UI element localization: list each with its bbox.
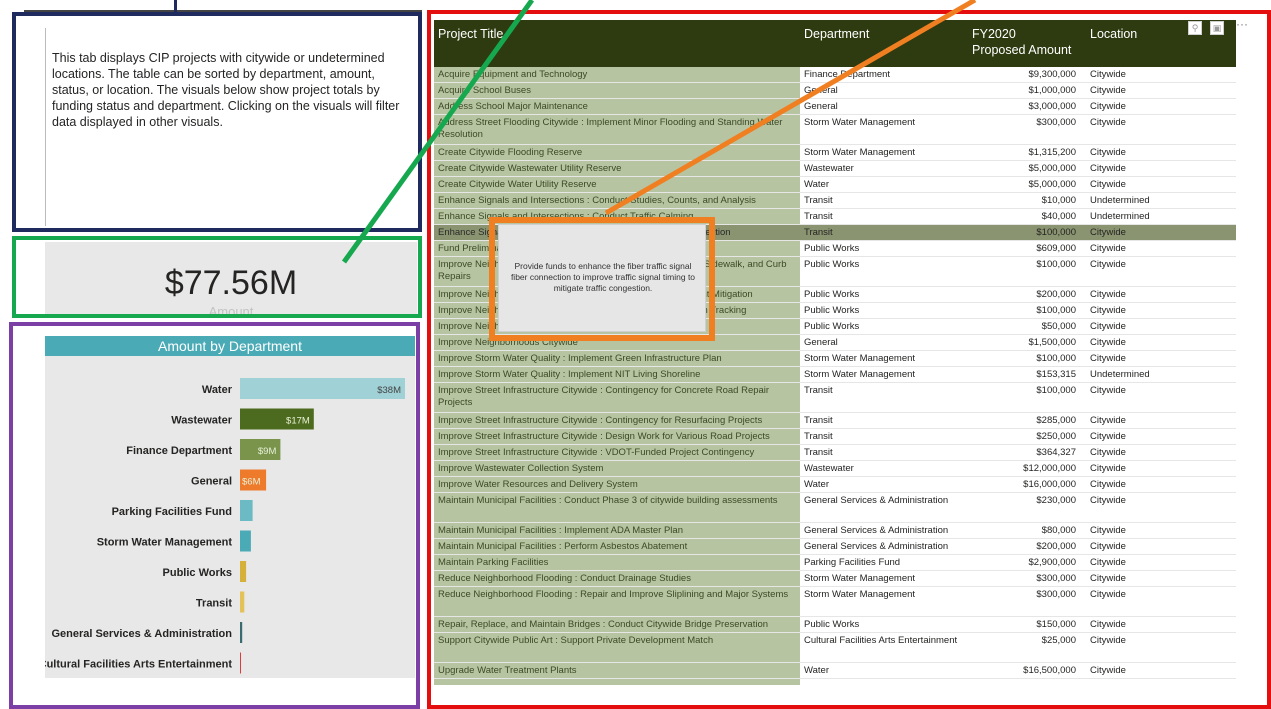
tooltip-highlight-frame: [489, 217, 715, 341]
table-highlight-frame: [427, 10, 1271, 709]
visual-header-icons: ⚲ ▣ ···: [1188, 17, 1248, 37]
focus-mode-icon[interactable]: ▣: [1210, 21, 1224, 35]
more-options-icon[interactable]: ···: [1236, 17, 1248, 31]
kpi-highlight-frame: [12, 236, 422, 318]
pin-icon[interactable]: ⚲: [1188, 21, 1202, 35]
chart-highlight-frame: [9, 322, 420, 709]
top-strip: [24, 0, 422, 12]
top-tick: [174, 0, 177, 12]
description-highlight-frame: [12, 12, 422, 232]
